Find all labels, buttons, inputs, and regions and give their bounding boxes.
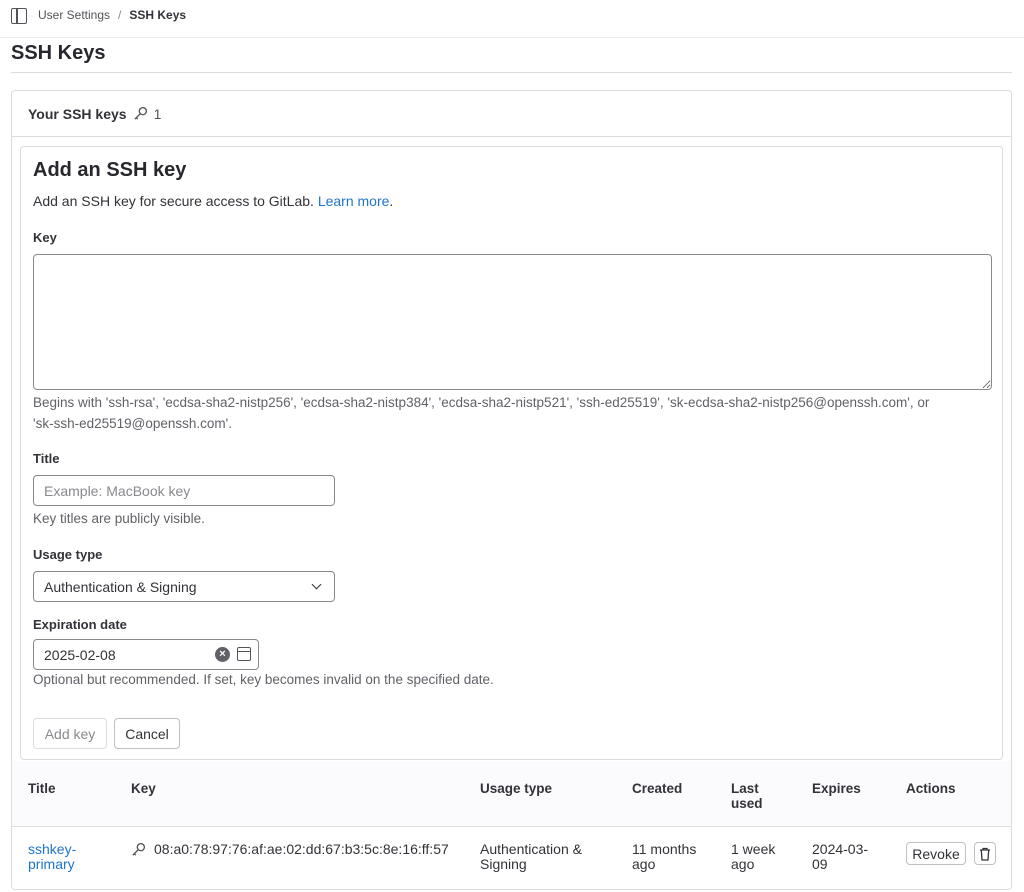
header-key: Key [131, 781, 156, 796]
ssh-key-title-line-1: sshkey- [28, 841, 77, 857]
usage-type-select[interactable]: Authentication & Signing [33, 571, 335, 602]
header-actions: Actions [906, 781, 956, 796]
breadcrumb-user-settings[interactable]: User Settings [38, 8, 110, 22]
created-cell-line-2: ago [632, 856, 656, 872]
expires-cell-line-1: 2024-03- [812, 841, 869, 857]
header-created: Created [632, 781, 683, 796]
header-last-used-line-1: Last [731, 781, 759, 796]
header-usage-type: Usage type [480, 781, 553, 796]
add-key-button[interactable]: Add key [33, 718, 107, 749]
created-cell-line-1: 11 months [632, 841, 697, 857]
chevron-down-icon [311, 579, 322, 590]
created-cell: 11 months ago [632, 842, 696, 872]
expires-cell-line-2: 09 [812, 856, 828, 872]
form-description: Add an SSH key for secure access to GitL… [33, 193, 393, 209]
form-title: Add an SSH key [33, 159, 187, 181]
cancel-button[interactable]: Cancel [114, 718, 180, 749]
ssh-keys-table: Title Key Usage type Created Last used E… [12, 761, 1011, 891]
clear-icon[interactable]: × [215, 647, 230, 662]
breadcrumb-separator: / [118, 8, 122, 22]
fingerprint-value: 08:a0:78:97:76:af:ae:02:dd:67:b3:5c:8e:1… [154, 841, 449, 857]
header-last-used: Last used [731, 781, 763, 811]
ssh-key-title-line-2: primary [28, 856, 75, 872]
title-label: Title [33, 451, 60, 466]
ssh-key-fingerprint: 08:a0:78:97:76:af:ae:02:dd:67:b3:5c:8e:1… [131, 842, 449, 857]
last-used-cell-line-1: 1 week [731, 841, 776, 857]
form-description-end: . [389, 193, 394, 209]
ssh-key-count: 1 [153, 105, 162, 122]
expiration-date-label: Expiration date [33, 617, 127, 632]
ssh-keys-card: Your SSH keys 1 Add an SSH key Add an SS… [11, 90, 1012, 890]
page-title: SSH Keys [11, 42, 106, 64]
header-last-used-line-2: used [731, 796, 763, 811]
usage-type-cell-line-2: Signing [480, 856, 527, 872]
sidebar-toggle-icon[interactable] [11, 8, 27, 24]
delete-button[interactable] [974, 842, 996, 865]
breadcrumb: User Settings / SSH Keys [38, 8, 186, 22]
title-input[interactable] [33, 475, 335, 506]
trash-icon [980, 847, 990, 861]
card-header: Your SSH keys 1 [12, 91, 1011, 137]
usage-type-value: Authentication & Signing [44, 578, 197, 595]
key-help-line-2: 'sk-ssh-ed25519@openssh.com'. [33, 416, 232, 431]
header-title: Title [28, 781, 56, 796]
usage-type-label: Usage type [33, 547, 103, 562]
usage-type-cell: Authentication & Signing [480, 842, 582, 872]
calendar-icon[interactable] [237, 647, 251, 661]
top-bar: User Settings / SSH Keys [0, 0, 1024, 38]
breadcrumb-ssh-keys[interactable]: SSH Keys [129, 8, 186, 22]
key-icon [133, 106, 148, 121]
expires-cell: 2024-03- 09 [812, 842, 868, 872]
learn-more-link[interactable]: Learn more [318, 193, 390, 209]
last-used-cell-line-2: ago [731, 856, 755, 872]
usage-type-cell-line-1: Authentication & [480, 841, 582, 857]
table-header: Title Key Usage type Created Last used E… [12, 761, 1011, 827]
expiration-date-value: 2025-02-08 [44, 646, 116, 663]
key-icon [132, 842, 146, 856]
title-help: Key titles are publicly visible. [33, 511, 205, 526]
ssh-key-title-link[interactable]: sshkey- primary [28, 842, 76, 872]
expiration-date-input[interactable]: 2025-02-08 × [33, 639, 259, 670]
last-used-cell: 1 week ago [731, 842, 775, 872]
key-label: Key [33, 230, 57, 245]
revoke-button[interactable]: Revoke [906, 842, 966, 865]
header-expires: Expires [812, 781, 861, 796]
key-help-line-1: Begins with 'ssh-rsa', 'ecdsa-sha2-nistp… [33, 395, 930, 410]
table-row: sshkey- primary 08:a0:78:97:76:af:ae:02:… [12, 827, 1011, 891]
expiration-help: Optional but recommended. If set, key be… [33, 672, 494, 687]
divider [11, 72, 1012, 73]
key-help: Begins with 'ssh-rsa', 'ecdsa-sha2-nistp… [33, 392, 929, 434]
key-textarea[interactable] [33, 254, 992, 390]
form-description-text: Add an SSH key for secure access to GitL… [33, 193, 314, 209]
card-header-label: Your SSH keys [28, 105, 127, 122]
add-ssh-key-form: Add an SSH key Add an SSH key for secure… [20, 146, 1003, 760]
